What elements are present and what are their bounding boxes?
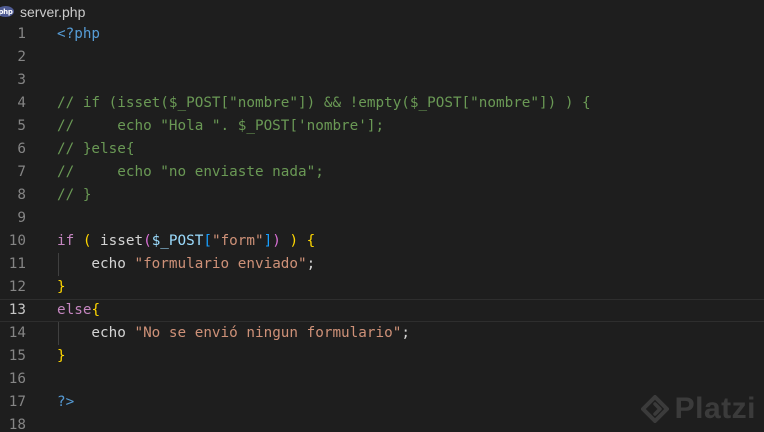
code-token: echo bbox=[57, 325, 135, 341]
code-line[interactable]: 6 // }else{ bbox=[0, 138, 764, 161]
line-number: 4 bbox=[17, 95, 26, 111]
code-token: // echo "Hola ". $_POST['nombre']; bbox=[57, 118, 385, 134]
line-code: <?php bbox=[57, 23, 100, 46]
line-number: 11 bbox=[8, 256, 26, 272]
indent-guide bbox=[58, 322, 59, 345]
line-number: 16 bbox=[8, 371, 26, 387]
line-code: echo "No se envió ningun formulario"; bbox=[57, 322, 410, 345]
line-code: } bbox=[57, 276, 66, 299]
code-token: } bbox=[57, 348, 66, 364]
code-line[interactable]: 10 if ( isset($_POST["form"]) ) { bbox=[0, 230, 764, 253]
code-token: ( bbox=[143, 233, 152, 249]
line-number: 14 bbox=[8, 325, 26, 341]
code-token: // if (isset($_POST["nombre"]) && !empty… bbox=[57, 95, 591, 111]
php-file-icon: php bbox=[0, 6, 14, 17]
line-number: 1 bbox=[17, 26, 26, 42]
line-number: 2 bbox=[17, 49, 26, 65]
code-token: <?php bbox=[57, 26, 101, 42]
line-code: if ( isset($_POST["form"]) ) { bbox=[57, 230, 315, 253]
code-token: ?> bbox=[57, 394, 75, 410]
code-token: "No se envió ningun formulario" bbox=[134, 325, 402, 341]
code-line[interactable]: 13 else{ bbox=[0, 299, 764, 322]
line-code: // echo "Hola ". $_POST['nombre']; bbox=[57, 115, 384, 138]
code-line[interactable]: 16 bbox=[0, 368, 764, 391]
code-token: $_POST bbox=[151, 233, 204, 249]
line-code: // } bbox=[57, 184, 91, 207]
code-line[interactable]: 1 <?php bbox=[0, 23, 764, 46]
code-token: "formulario enviado" bbox=[134, 256, 307, 272]
line-code: } bbox=[57, 345, 66, 368]
line-code: // if (isset($_POST["nombre"]) && !empty… bbox=[57, 92, 591, 115]
code-token: // }else{ bbox=[57, 141, 135, 157]
code-token: ) bbox=[272, 233, 281, 249]
code-token: // echo "no enviaste nada"; bbox=[57, 164, 324, 180]
line-code: // }else{ bbox=[57, 138, 134, 161]
code-line[interactable]: 4 // if (isset($_POST["nombre"]) && !empt… bbox=[0, 92, 764, 115]
line-number: 7 bbox=[17, 164, 26, 180]
line-number: 10 bbox=[8, 233, 26, 249]
line-code: ?> bbox=[57, 391, 74, 414]
code-line[interactable]: 15} bbox=[0, 345, 764, 368]
line-number: 6 bbox=[17, 141, 26, 157]
code-token: // } bbox=[57, 187, 92, 203]
line-number: 8 bbox=[17, 187, 26, 203]
code-line[interactable]: 12} bbox=[0, 276, 764, 299]
code-token: "form" bbox=[211, 233, 264, 249]
line-number: 12 bbox=[8, 279, 26, 295]
line-code: // echo "no enviaste nada"; bbox=[57, 161, 324, 184]
code-token: echo bbox=[57, 256, 135, 272]
line-code: else{ bbox=[57, 299, 100, 322]
line-code: echo "formulario enviado"; bbox=[57, 253, 315, 276]
code-line[interactable]: 14 echo "No se envió ningun formulario"; bbox=[0, 322, 764, 345]
platzi-logo-icon bbox=[640, 395, 669, 423]
php-icon-text: php bbox=[0, 7, 13, 16]
code-token: ; bbox=[401, 325, 410, 341]
code-line[interactable]: 11 echo "formulario enviado"; bbox=[0, 253, 764, 276]
line-number: 3 bbox=[17, 72, 26, 88]
line-number: 9 bbox=[17, 210, 26, 226]
line-number: 15 bbox=[8, 348, 26, 364]
code-line[interactable]: 3 bbox=[0, 69, 764, 92]
indent-guide bbox=[58, 253, 59, 276]
platzi-watermark: Platzi bbox=[640, 392, 756, 426]
code-token: ] bbox=[263, 233, 273, 249]
code-line[interactable]: 9 bbox=[0, 207, 764, 230]
tab-server-php[interactable]: php server.php bbox=[0, 0, 91, 23]
line-number: 17 bbox=[8, 394, 26, 410]
code-line[interactable]: 7 // echo "no enviaste nada"; bbox=[0, 161, 764, 184]
code-token: isset bbox=[100, 233, 144, 249]
line-number: 5 bbox=[17, 118, 26, 134]
tab-bar: php server.php bbox=[0, 0, 764, 23]
line-number: 18 bbox=[8, 417, 26, 432]
line-number: 13 bbox=[8, 302, 26, 318]
code-token: { bbox=[306, 233, 316, 249]
editor-text-area[interactable]: 1 <?php 2 3 4 // if (isset($_POST["nombre"]) … bbox=[0, 23, 764, 432]
code-token: { bbox=[91, 302, 101, 318]
code-token: ) bbox=[289, 233, 299, 249]
tab-label: server.php bbox=[20, 3, 86, 20]
code-token: } bbox=[57, 279, 66, 295]
code-line[interactable]: 2 bbox=[0, 46, 764, 69]
code-editor-window: php server.php 1 <?php 2 3 4 // if (isset($_P… bbox=[0, 0, 764, 432]
code-token: if bbox=[57, 233, 75, 249]
code-line[interactable]: 5 // echo "Hola ". $_POST['nombre']; bbox=[0, 115, 764, 138]
watermark-text: Platzi bbox=[674, 392, 756, 425]
code-token: else bbox=[57, 302, 92, 318]
code-token: ; bbox=[306, 256, 316, 272]
code-token: [ bbox=[203, 233, 212, 249]
code-line[interactable]: 8 // } bbox=[0, 184, 764, 207]
